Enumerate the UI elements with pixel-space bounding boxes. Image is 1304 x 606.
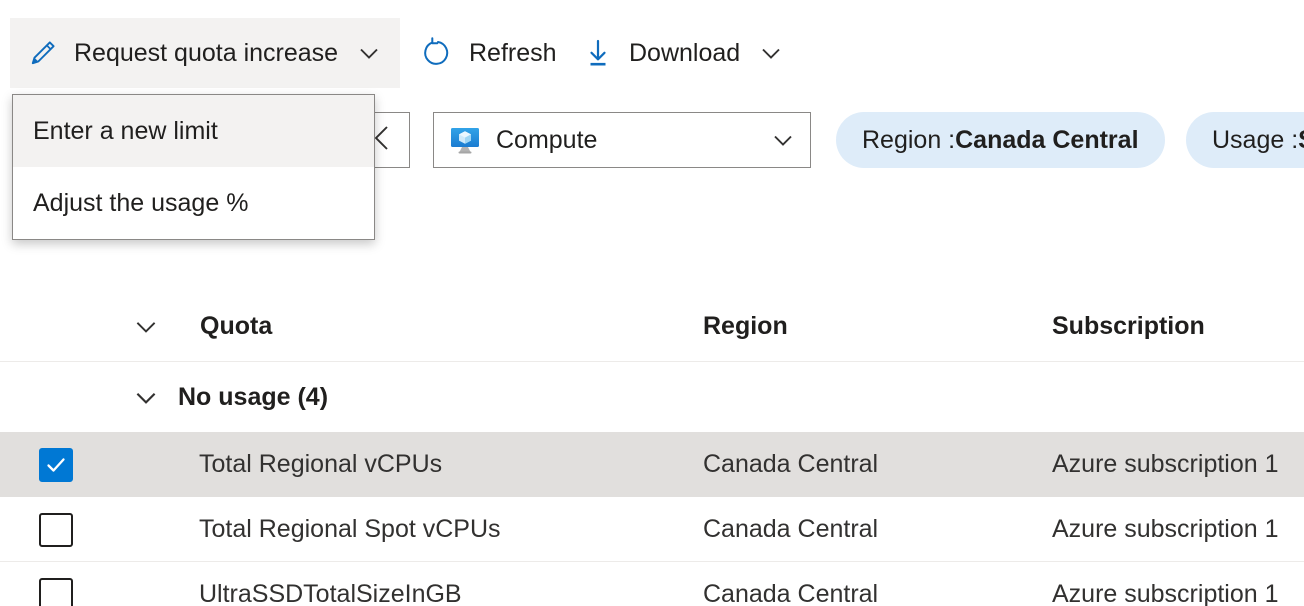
row-checkbox[interactable] xyxy=(39,512,73,547)
chevron-down-icon xyxy=(126,383,166,411)
column-header-quota[interactable]: Quota xyxy=(200,290,272,362)
row-checkbox[interactable] xyxy=(39,447,73,482)
cell-quota: Total Regional vCPUs xyxy=(199,450,443,478)
chevron-down-icon xyxy=(356,40,382,66)
row-checkbox-cell xyxy=(38,432,74,497)
pencil-icon xyxy=(26,36,60,70)
quotas-page: Request quota increase Refresh Download … xyxy=(0,0,1304,606)
cell-region: Canada Central xyxy=(703,580,879,606)
request-quota-increase-label: Request quota increase xyxy=(74,38,339,67)
download-button[interactable]: Download xyxy=(565,18,800,88)
row-checkbox-cell xyxy=(38,562,74,606)
row-checkbox[interactable] xyxy=(39,577,73,606)
cell-subscription: Azure subscription 1 xyxy=(1052,450,1279,478)
chevron-down-icon xyxy=(758,40,784,66)
filter-pill-usage-key: Usage : xyxy=(1212,125,1299,154)
refresh-button[interactable]: Refresh xyxy=(405,18,573,88)
table-row[interactable]: UltraSSDTotalSizeInGB Canada Central Azu… xyxy=(0,562,1304,606)
menu-item-adjust-the-usage-percent-label: Adjust the usage % xyxy=(33,188,249,217)
filter-pill-usage[interactable]: Usage : S xyxy=(1186,112,1304,168)
table-group-header-no-usage[interactable]: No usage (4) xyxy=(0,362,1304,432)
column-header-subscription[interactable]: Subscription xyxy=(1052,290,1205,362)
filter-pill-region-key: Region : xyxy=(862,125,956,154)
command-toolbar: Request quota increase Refresh Download xyxy=(0,0,1304,105)
table-row[interactable]: Total Regional vCPUs Canada Central Azur… xyxy=(0,432,1304,497)
chevron-down-icon xyxy=(770,127,796,153)
refresh-label: Refresh xyxy=(469,38,557,67)
filter-pill-usage-value: S xyxy=(1298,126,1304,155)
filter-pill-region[interactable]: Region : Canada Central xyxy=(836,112,1165,168)
menu-item-adjust-the-usage-percent[interactable]: Adjust the usage % xyxy=(13,167,374,239)
cell-subscription: Azure subscription 1 xyxy=(1052,515,1279,543)
resource-provider-select[interactable]: Compute xyxy=(433,112,811,168)
cell-region: Canada Central xyxy=(703,515,879,543)
compute-monitor-icon xyxy=(448,123,482,157)
resource-provider-value: Compute xyxy=(496,125,598,154)
request-quota-increase-button[interactable]: Request quota increase xyxy=(10,18,400,88)
cell-quota: Total Regional Spot vCPUs xyxy=(199,515,501,543)
menu-item-enter-a-new-limit[interactable]: Enter a new limit xyxy=(13,95,374,167)
download-icon xyxy=(581,36,615,70)
cell-region: Canada Central xyxy=(703,450,879,478)
cell-subscription: Azure subscription 1 xyxy=(1052,580,1279,606)
table-row[interactable]: Total Regional Spot vCPUs Canada Central… xyxy=(0,497,1304,562)
menu-item-enter-a-new-limit-label: Enter a new limit xyxy=(33,116,218,145)
download-label: Download xyxy=(629,38,741,67)
request-quota-increase-menu: Enter a new limit Adjust the usage % xyxy=(12,94,375,240)
table-group-header-label: No usage (4) xyxy=(178,382,329,411)
table-header-row: Quota Region Subscription xyxy=(0,290,1304,362)
group-sort-chevron-button[interactable] xyxy=(126,290,166,362)
cell-quota: UltraSSDTotalSizeInGB xyxy=(199,580,462,606)
quotas-table: Quota Region Subscription No usage (4) T… xyxy=(0,290,1304,606)
filter-pill-region-value: Canada Central xyxy=(955,125,1139,154)
column-header-region[interactable]: Region xyxy=(703,290,788,362)
row-checkbox-cell xyxy=(38,497,74,562)
refresh-icon xyxy=(421,36,455,70)
